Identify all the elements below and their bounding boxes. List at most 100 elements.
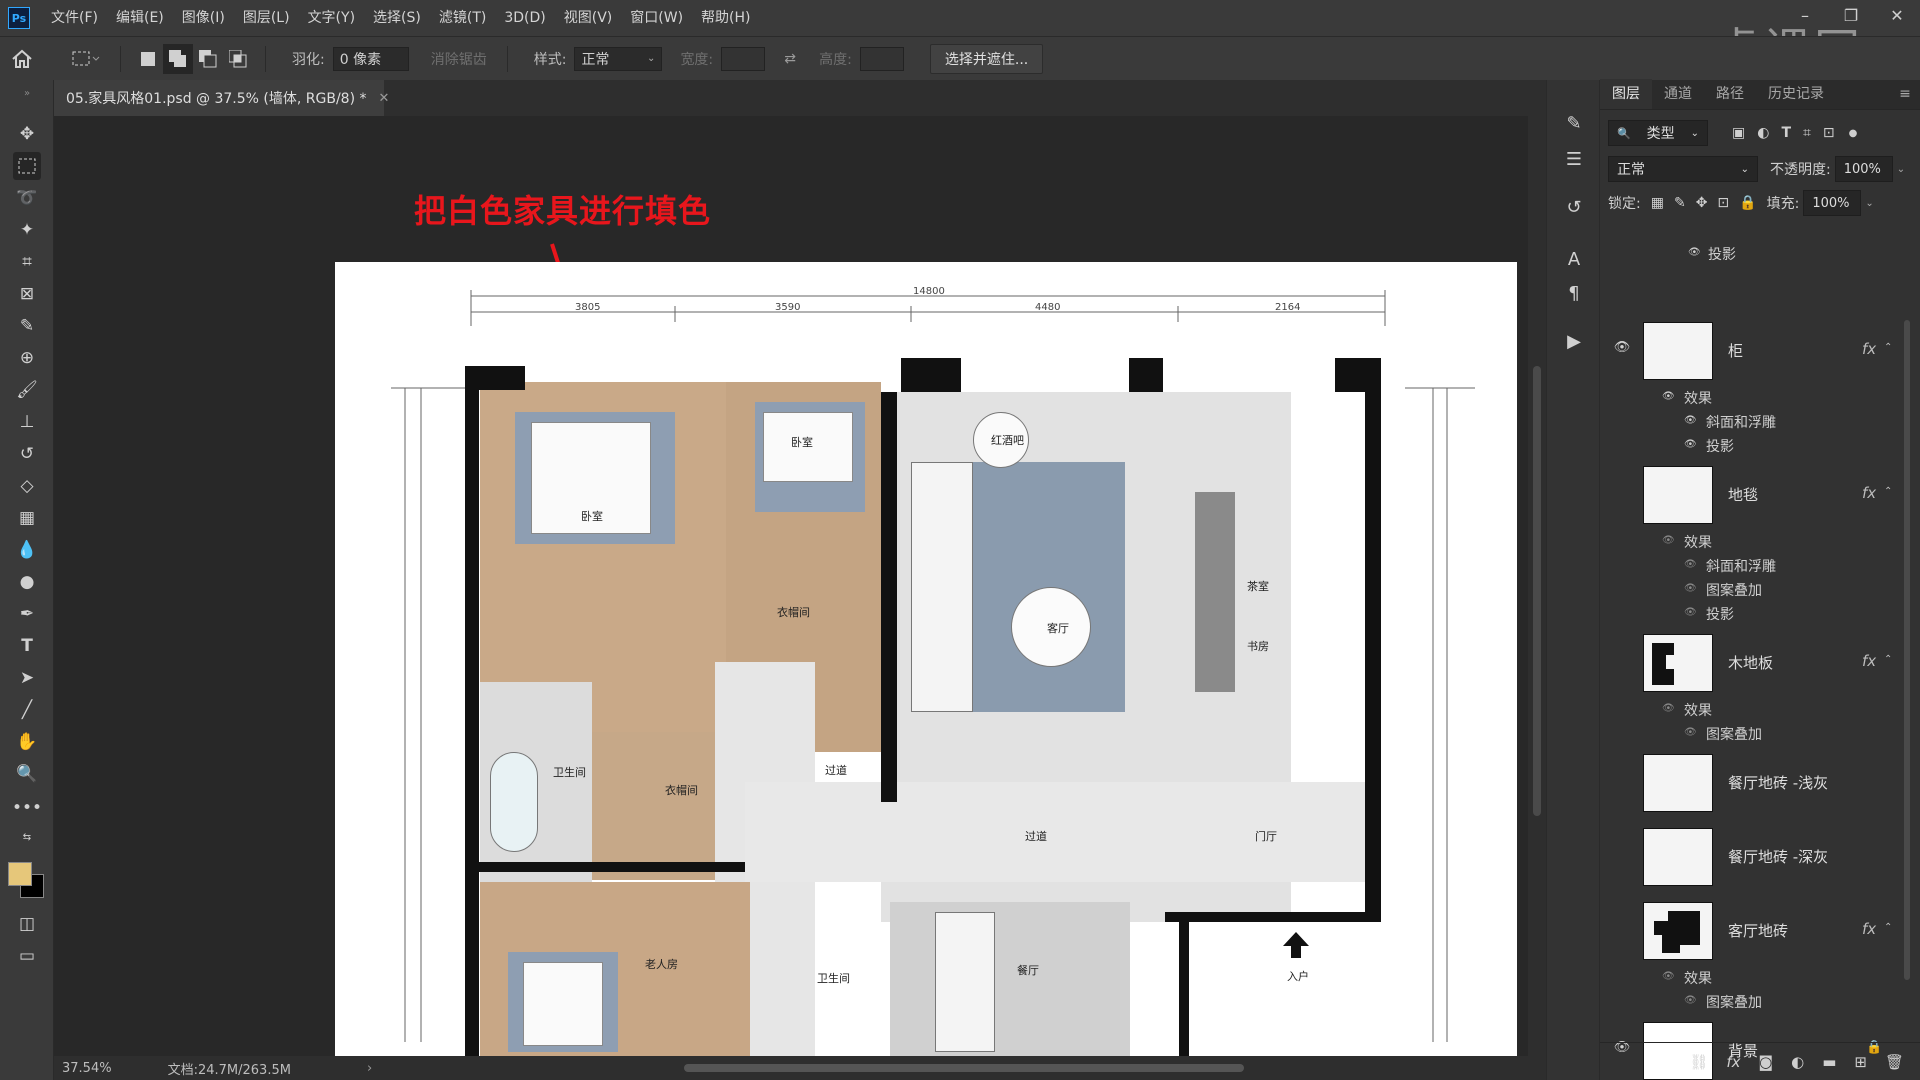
swap-colors-icon[interactable]: ⇆: [13, 828, 41, 846]
canvas-vertical-scrollbar[interactable]: [1528, 116, 1546, 1056]
panel-menu-icon[interactable]: ≡: [1890, 79, 1920, 109]
layer-living-tile[interactable]: 客厅地砖 fx ⌃: [1600, 896, 1920, 966]
add-style-icon[interactable]: fx: [1726, 1053, 1740, 1071]
effects-group[interactable]: 👁 效果: [1600, 698, 1920, 722]
visibility-toggle[interactable]: [1612, 652, 1632, 672]
menu-3d[interactable]: 3D(D): [495, 0, 554, 36]
new-group-icon[interactable]: ▬: [1822, 1053, 1836, 1071]
layer-carpet[interactable]: 地毯 fx ⌃: [1600, 460, 1920, 530]
lock-all-icon[interactable]: 🔒: [1739, 195, 1756, 211]
actions-play-icon[interactable]: ▶: [1559, 326, 1589, 356]
fx-icon[interactable]: fx: [1862, 484, 1876, 502]
brush-tool-icon[interactable]: 🖌: [13, 376, 41, 404]
new-selection-icon[interactable]: [133, 44, 163, 74]
eye-icon[interactable]: 👁: [1612, 340, 1632, 360]
lasso-tool-icon[interactable]: ➰: [13, 184, 41, 212]
menu-window[interactable]: 窗口(W): [621, 0, 692, 36]
brush-settings-icon[interactable]: ✎: [1559, 108, 1589, 138]
add-selection-icon[interactable]: [163, 43, 193, 74]
effects-group[interactable]: 👁 效果: [1600, 386, 1920, 410]
menu-help[interactable]: 帮助(H): [692, 0, 759, 36]
layer-wood-floor[interactable]: 木地板 fx ⌃: [1600, 628, 1920, 698]
menu-edit[interactable]: 编辑(E): [107, 0, 173, 36]
swap-dimensions-icon[interactable]: ⇄: [775, 44, 805, 74]
filter-shape-icon[interactable]: ⌗: [1803, 125, 1811, 141]
link-layers-icon[interactable]: ⛓: [1689, 1053, 1708, 1071]
eye-icon[interactable]: 👁: [1662, 535, 1676, 549]
effect-drop-shadow-top[interactable]: 👁 投影: [1600, 242, 1920, 266]
home-icon[interactable]: [0, 37, 44, 81]
frame-tool-icon[interactable]: ⊠: [13, 280, 41, 308]
eye-icon[interactable]: 👁: [1688, 247, 1702, 261]
chevron-up-icon[interactable]: ⌃: [1884, 486, 1892, 497]
lock-artboard-icon[interactable]: ⊡: [1717, 195, 1729, 211]
delete-layer-icon[interactable]: 🗑: [1885, 1053, 1904, 1071]
clone-stamp-tool-icon[interactable]: ⊥: [13, 408, 41, 436]
tab-channels[interactable]: 通道: [1652, 79, 1704, 109]
menu-view[interactable]: 视图(V): [555, 0, 622, 36]
fx-icon[interactable]: fx: [1862, 920, 1876, 938]
select-and-mask-button[interactable]: 选择并遮住...: [929, 43, 1044, 74]
menu-filter[interactable]: 滤镜(T): [430, 0, 495, 36]
layers-scrollbar[interactable]: [1904, 316, 1912, 1036]
eyedropper-tool-icon[interactable]: ✎: [13, 312, 41, 340]
adjustment-layer-icon[interactable]: ◐: [1791, 1053, 1804, 1071]
zoom-tool-icon[interactable]: 🔍: [13, 760, 41, 788]
eye-icon[interactable]: 👁: [1684, 727, 1698, 741]
dodge-tool-icon[interactable]: ●: [13, 568, 41, 596]
chevron-up-icon[interactable]: ⌃: [1884, 654, 1892, 665]
layer-filter-select[interactable]: 🔍 类型 ⌄: [1608, 120, 1708, 146]
intersect-selection-icon[interactable]: [223, 44, 253, 74]
marquee-preset-icon[interactable]: [64, 37, 108, 81]
move-tool-icon[interactable]: ✥: [13, 120, 41, 148]
tab-history[interactable]: 历史记录: [1756, 79, 1836, 109]
healing-brush-tool-icon[interactable]: ⊕: [13, 344, 41, 372]
path-selection-tool-icon[interactable]: ➤: [13, 664, 41, 692]
fill-chevron-icon[interactable]: ⌄: [1865, 198, 1873, 209]
floor-plan-document[interactable]: 14800 3805 3590 4480 2164 卧室 卧室 衣帽间 衣帽间 …: [335, 262, 1517, 1056]
close-tab-icon[interactable]: ✕: [379, 91, 390, 106]
visibility-toggle[interactable]: [1612, 484, 1632, 504]
eye-icon[interactable]: 👁: [1662, 971, 1676, 985]
adjustments-icon[interactable]: ☰: [1559, 144, 1589, 174]
more-tools-icon[interactable]: •••: [12, 794, 42, 822]
paragraph-icon[interactable]: ¶: [1559, 278, 1589, 308]
canvas-horizontal-scrollbar[interactable]: [684, 1064, 1244, 1072]
menu-image[interactable]: 图像(I): [173, 0, 234, 36]
effect-pattern-overlay[interactable]: 👁 图案叠加: [1600, 578, 1920, 602]
eraser-tool-icon[interactable]: ◇: [13, 472, 41, 500]
effect-pattern-overlay[interactable]: 👁 图案叠加: [1600, 990, 1920, 1014]
magic-wand-tool-icon[interactable]: ✦: [13, 216, 41, 244]
lock-pixels-icon[interactable]: ✎: [1674, 195, 1686, 211]
blend-mode-select[interactable]: 正常 ⌄: [1608, 156, 1758, 182]
effect-drop-shadow[interactable]: 👁 投影: [1600, 434, 1920, 458]
chevron-up-icon[interactable]: ⌃: [1884, 922, 1892, 933]
antialias-checkbox[interactable]: 消除锯齿: [431, 49, 487, 69]
visibility-toggle[interactable]: [1612, 772, 1632, 792]
add-mask-icon[interactable]: ◙: [1759, 1053, 1774, 1071]
gradient-tool-icon[interactable]: ▦: [13, 504, 41, 532]
filter-smart-object-icon[interactable]: ⊡: [1823, 125, 1835, 141]
history-icon[interactable]: ↺: [1559, 192, 1589, 222]
menu-layer[interactable]: 图层(L): [234, 0, 299, 36]
quick-mask-icon[interactable]: ◫: [13, 910, 41, 938]
filter-adjustment-icon[interactable]: ◐: [1757, 125, 1769, 141]
rectangular-marquee-tool-icon[interactable]: [13, 152, 41, 180]
eye-icon[interactable]: 👁: [1662, 391, 1676, 405]
layer-dining-tile-dark[interactable]: 餐厅地砖 -深灰: [1600, 822, 1920, 892]
filter-type-icon[interactable]: T: [1781, 125, 1791, 141]
menu-type[interactable]: 文字(Y): [299, 0, 364, 36]
eye-icon[interactable]: 👁: [1662, 703, 1676, 717]
blur-tool-icon[interactable]: 💧: [13, 536, 41, 564]
menu-file[interactable]: 文件(F): [42, 0, 107, 36]
visibility-toggle[interactable]: [1612, 846, 1632, 866]
character-icon[interactable]: A: [1559, 244, 1589, 274]
effect-pattern-overlay[interactable]: 👁 图案叠加: [1600, 722, 1920, 746]
opacity-chevron-icon[interactable]: ⌄: [1897, 164, 1905, 175]
effect-drop-shadow[interactable]: 👁 投影: [1600, 602, 1920, 626]
chevron-up-icon[interactable]: ⌃: [1884, 342, 1892, 353]
line-tool-icon[interactable]: ╱: [13, 696, 41, 724]
style-select[interactable]: 正常 ⌄: [574, 46, 663, 71]
eye-icon[interactable]: 👁: [1684, 607, 1698, 621]
eye-icon[interactable]: 👁: [1684, 583, 1698, 597]
